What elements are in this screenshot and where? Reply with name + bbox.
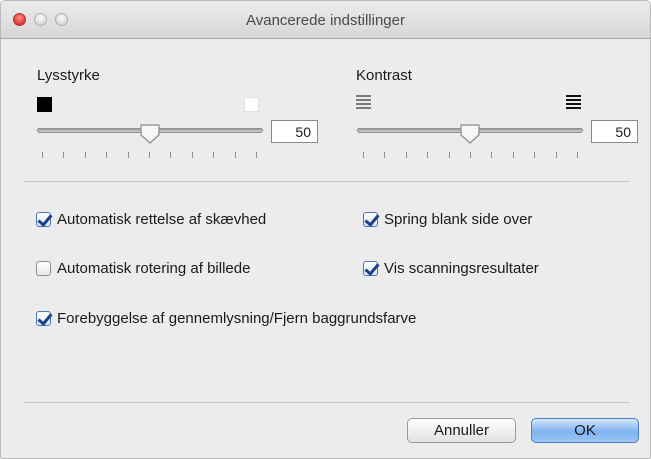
slider-tick [106,152,108,158]
slider-tick [491,152,493,158]
bleed-through-label: Forebyggelse af gennemlysning/Fjern bagg… [57,310,417,327]
separator-top [23,181,630,182]
deskew-checkbox[interactable] [36,212,51,227]
titlebar: Avancerede indstillinger [1,1,650,39]
brightness-slider-knob[interactable] [139,123,161,145]
ok-button[interactable]: OK [531,418,639,443]
slider-tick [427,152,429,158]
slider-tick [384,152,386,158]
separator-bottom [23,402,630,403]
slider-tick [470,152,471,158]
slider-tick [84,152,86,158]
skip-blank-page-checkbox[interactable] [363,212,378,227]
high-contrast-lines-icon [566,95,581,110]
slider-tick [405,152,407,158]
contrast-slider-knob[interactable] [459,123,481,145]
slider-tick [577,152,578,158]
bleed-through-checkbox[interactable] [36,311,51,326]
slider-tick [127,152,129,158]
slider-tick [42,152,43,158]
advanced-settings-window: Avancerede indstillinger Lysstyrke 50 Ko… [0,0,651,459]
slider-tick [170,152,172,158]
show-scan-results-label: Vis scanningsresultater [384,260,539,277]
contrast-label: Kontrast [356,67,412,84]
contrast-value-field[interactable]: 50 [591,120,638,143]
skip-blank-page-label: Spring blank side over [384,211,533,228]
auto-rotate-checkbox[interactable] [36,261,51,276]
slider-tick [234,152,236,158]
brightness-slider-ticks [42,152,257,158]
show-scan-results-option[interactable]: Vis scanningsresultater [363,260,539,277]
brightness-label: Lysstyrke [37,67,100,84]
slider-tick [555,152,557,158]
slider-tick [512,152,514,158]
low-contrast-lines-icon [356,95,371,110]
skip-blank-page-option[interactable]: Spring blank side over [363,211,532,228]
deskew-option[interactable]: Automatisk rettelse af skævhed [36,211,266,228]
slider-tick [191,152,193,158]
brightness-value-field[interactable]: 50 [271,120,318,143]
white-square-icon [244,97,259,112]
slider-tick [213,152,215,158]
black-square-icon [37,97,52,112]
auto-rotate-option[interactable]: Automatisk rotering af billede [36,260,250,277]
slider-tick [256,152,257,158]
contrast-slider-ticks [363,152,578,158]
slider-tick [149,152,150,158]
deskew-label: Automatisk rettelse af skævhed [57,211,267,228]
slider-tick [534,152,536,158]
auto-rotate-label: Automatisk rotering af billede [57,260,251,277]
bleed-through-option[interactable]: Forebyggelse af gennemlysning/Fjern bagg… [36,310,416,327]
slider-tick [63,152,65,158]
cancel-button[interactable]: Annuller [407,418,516,443]
slider-tick [363,152,364,158]
window-title: Avancerede indstillinger [246,12,405,29]
slider-tick [448,152,450,158]
show-scan-results-checkbox[interactable] [363,261,378,276]
